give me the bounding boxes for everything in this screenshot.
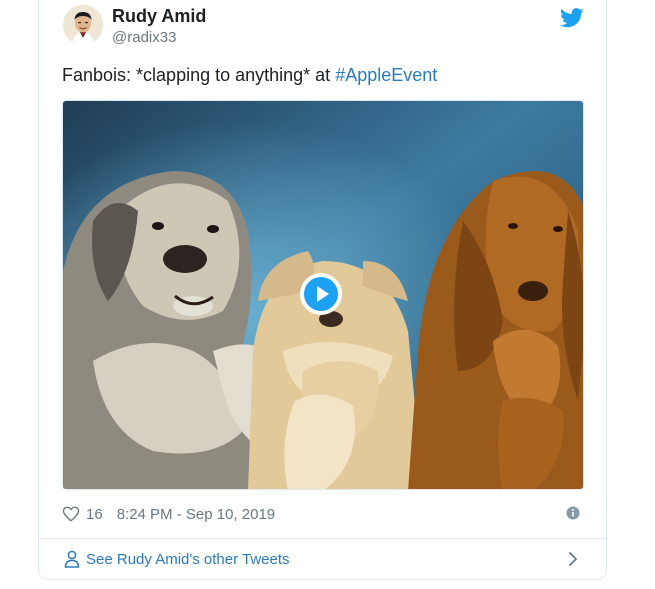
info-icon[interactable]	[566, 506, 580, 520]
divider	[38, 538, 607, 539]
person-icon	[64, 550, 80, 568]
like-count[interactable]: 16	[86, 506, 103, 523]
tweet-timestamp[interactable]: 8:24 PM - Sep 10, 2019	[117, 506, 275, 523]
tweet-meta: 16 8:24 PM - Sep 10, 2019	[62, 503, 275, 525]
see-other-tweets-link[interactable]: See Rudy Amid's other Tweets	[64, 548, 290, 570]
heart-icon[interactable]	[62, 505, 80, 523]
avatar[interactable]	[63, 5, 103, 45]
tweet-text: Fanbois: *clapping to anything* at #Appl…	[62, 65, 437, 86]
chevron-right-icon[interactable]	[566, 551, 580, 567]
see-other-tweets-label[interactable]: See Rudy Amid's other Tweets	[86, 551, 290, 568]
tweet-text-body: Fanbois: *clapping to anything* at	[62, 65, 336, 85]
twitter-bird-icon[interactable]	[560, 8, 584, 28]
play-icon[interactable]	[299, 272, 343, 316]
author-handle[interactable]: @radix33	[112, 29, 176, 46]
author-name[interactable]: Rudy Amid	[112, 6, 206, 27]
hashtag-link[interactable]: #AppleEvent	[335, 65, 437, 85]
